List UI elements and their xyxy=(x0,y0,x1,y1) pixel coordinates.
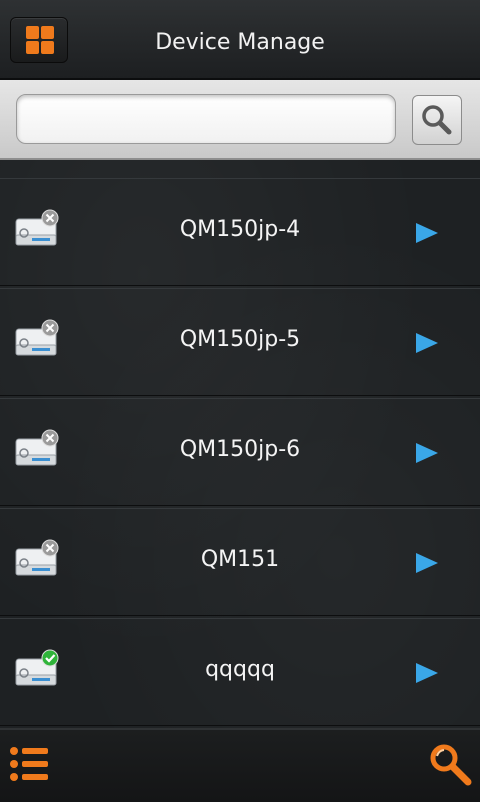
device-name: qqqqq xyxy=(205,657,275,682)
list-menu-icon[interactable] xyxy=(8,742,52,786)
device-row[interactable]: QM150jp-4 xyxy=(0,178,480,286)
app-header: Device Manage xyxy=(0,0,480,80)
play-arrow-icon[interactable] xyxy=(414,442,440,464)
device-list: QM150jp-4 QM150jp-5 QM150jp-6 QM151 qqqq… xyxy=(0,160,480,728)
device-row[interactable]: QM150jp-5 xyxy=(0,288,480,396)
device-row[interactable]: qqqqq xyxy=(0,618,480,726)
search-device-icon[interactable] xyxy=(426,740,476,790)
play-arrow-icon[interactable] xyxy=(414,222,440,244)
device-name: QM150jp-4 xyxy=(179,217,301,242)
search-input[interactable] xyxy=(16,94,396,144)
play-arrow-icon[interactable] xyxy=(414,332,440,354)
device-row[interactable]: QM151 xyxy=(0,508,480,616)
page-title: Device Manage xyxy=(155,30,325,55)
play-arrow-icon[interactable] xyxy=(414,552,440,574)
device-name: QM150jp-6 xyxy=(179,437,301,462)
magnifier-icon xyxy=(422,105,452,135)
device-row[interactable]: QM150jp-6 xyxy=(0,398,480,506)
search-bar xyxy=(0,80,480,160)
device-name: QM150jp-5 xyxy=(179,327,301,352)
device-name: QM151 xyxy=(200,547,280,572)
bottom-toolbar xyxy=(0,728,480,802)
play-arrow-icon[interactable] xyxy=(414,662,440,684)
search-button[interactable] xyxy=(412,95,462,145)
